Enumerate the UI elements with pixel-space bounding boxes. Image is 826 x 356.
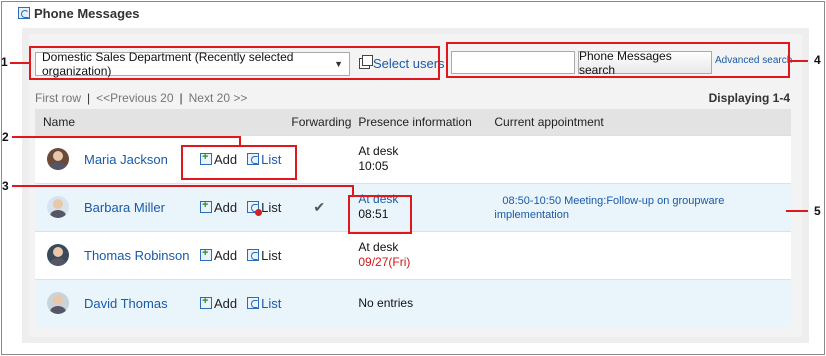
add-message-button[interactable]: Add	[200, 247, 237, 263]
forwarding-cell	[291, 134, 359, 183]
callout-line-3	[12, 185, 353, 187]
presence-status[interactable]: At desk	[358, 192, 494, 207]
name-cell: David Thomas Add List	[35, 278, 292, 327]
table-row: Barbara Miller Add List ✔ At desk 08:51 …	[35, 182, 791, 231]
callout-label-4: 4	[814, 53, 821, 67]
appointment-link[interactable]	[494, 298, 502, 310]
avatar	[47, 196, 69, 218]
pager-separator: |	[179, 91, 183, 105]
appointment-cell: 08:50-10:50 Meeting:Follow-up on groupwa…	[494, 182, 791, 231]
presence-status: At desk	[358, 240, 399, 254]
callout-label-2: 2	[2, 130, 9, 144]
presence-cell: At desk 09/27(Fri)	[358, 230, 495, 279]
add-message-icon	[200, 199, 212, 213]
message-list-icon	[247, 297, 260, 310]
add-message-button[interactable]: Add	[200, 151, 237, 167]
presence-status: No entries	[358, 295, 414, 310]
forwarding-cell: ✔	[291, 182, 359, 231]
chevron-down-icon: ▼	[334, 59, 343, 69]
message-list-icon	[247, 201, 263, 216]
message-list-link[interactable]: List	[247, 296, 281, 311]
table-row: David Thomas Add List No entries	[35, 278, 791, 327]
presence-time: 08:51	[358, 207, 389, 221]
appointment-link[interactable]: 08:50-10:50 Meeting:Follow-up on groupwa…	[494, 195, 724, 221]
appointment-link[interactable]	[494, 154, 502, 166]
phone-messages-search-button[interactable]: Phone Messages search	[578, 49, 712, 77]
message-list-link[interactable]: List	[247, 248, 281, 263]
message-list-link[interactable]: List	[247, 152, 281, 167]
appointment-cell	[494, 230, 791, 279]
organization-select-value: Domestic Sales Department (Recently sele…	[42, 50, 294, 78]
phone-messages-table: Name Forwarding Presence information Cur…	[35, 109, 791, 327]
table-header-row: Name Forwarding Presence information Cur…	[35, 109, 791, 135]
presence-cell: At desk 08:51	[358, 182, 495, 231]
title-bar: Phone Messages	[18, 5, 140, 21]
pager-next: Next 20 >>	[188, 91, 248, 105]
user-name-link[interactable]: Thomas Robinson	[84, 248, 200, 263]
phone-message-icon	[18, 7, 30, 19]
column-header-name: Name	[35, 109, 292, 135]
avatar	[47, 244, 69, 266]
advanced-search-link[interactable]: Advanced search	[715, 55, 792, 66]
column-header-forwarding: Forwarding	[291, 109, 359, 135]
presence-time: 10:05	[358, 159, 389, 173]
presence-date: 09/27(Fri)	[358, 255, 411, 269]
name-cell: Barbara Miller Add List	[35, 182, 292, 231]
select-users-icon	[359, 55, 373, 69]
table-row: Thomas Robinson Add List At desk 09/27(F…	[35, 230, 791, 279]
column-header-appointment: Current appointment	[494, 109, 791, 135]
pager-separator: |	[87, 91, 91, 105]
add-message-button[interactable]: Add	[200, 199, 237, 215]
callout-label-1: 1	[1, 55, 8, 69]
user-name-link[interactable]: David Thomas	[84, 296, 200, 311]
name-cell: Thomas Robinson Add List	[35, 230, 292, 279]
forwarding-cell	[291, 278, 359, 327]
add-message-button[interactable]: Add	[200, 295, 237, 311]
user-name-link[interactable]: Barbara Miller	[84, 200, 200, 215]
name-cell: Maria Jackson Add List	[35, 134, 292, 183]
column-header-presence: Presence information	[358, 109, 495, 135]
appointment-cell	[494, 134, 791, 183]
displaying-count: Displaying 1-4	[708, 91, 790, 105]
avatar	[47, 148, 69, 170]
add-message-icon	[200, 247, 212, 261]
avatar	[47, 292, 69, 315]
callout-line-2-drop	[239, 136, 241, 145]
forwarding-cell	[291, 230, 359, 279]
add-message-icon	[200, 295, 212, 310]
user-name-link[interactable]: Maria Jackson	[84, 152, 200, 167]
table-row: Maria Jackson Add List At desk 10:05	[35, 134, 791, 183]
callout-line-2	[12, 136, 240, 138]
presence-cell: No entries	[358, 278, 495, 327]
callout-line-3-drop	[352, 185, 354, 195]
callout-label-3: 3	[2, 179, 9, 193]
callout-line-5	[786, 210, 808, 212]
page-title: Phone Messages	[34, 5, 140, 21]
callout-label-5: 5	[814, 204, 821, 218]
pager-previous: <<Previous 20	[96, 91, 174, 105]
appointment-cell	[494, 278, 791, 327]
appointment-link[interactable]	[494, 250, 502, 262]
select-users-label: Select users	[373, 56, 445, 71]
pager: First row | <<Previous 20 | Next 20 >>	[35, 91, 247, 105]
callout-line-4	[790, 60, 808, 62]
message-list-icon	[247, 249, 260, 261]
unread-alert-icon	[255, 209, 263, 216]
add-message-icon	[200, 151, 212, 165]
pager-first: First row	[35, 91, 81, 105]
select-users-link[interactable]: Select users	[359, 55, 445, 71]
forwarding-check: ✔	[313, 198, 326, 215]
organization-select[interactable]: Domestic Sales Department (Recently sele…	[35, 50, 350, 78]
message-list-link[interactable]: List	[247, 200, 281, 216]
search-input[interactable]	[451, 51, 575, 74]
presence-status: At desk	[358, 144, 399, 158]
message-list-icon	[247, 153, 260, 165]
callout-line-1	[10, 62, 29, 64]
presence-cell: At desk 10:05	[358, 134, 495, 183]
